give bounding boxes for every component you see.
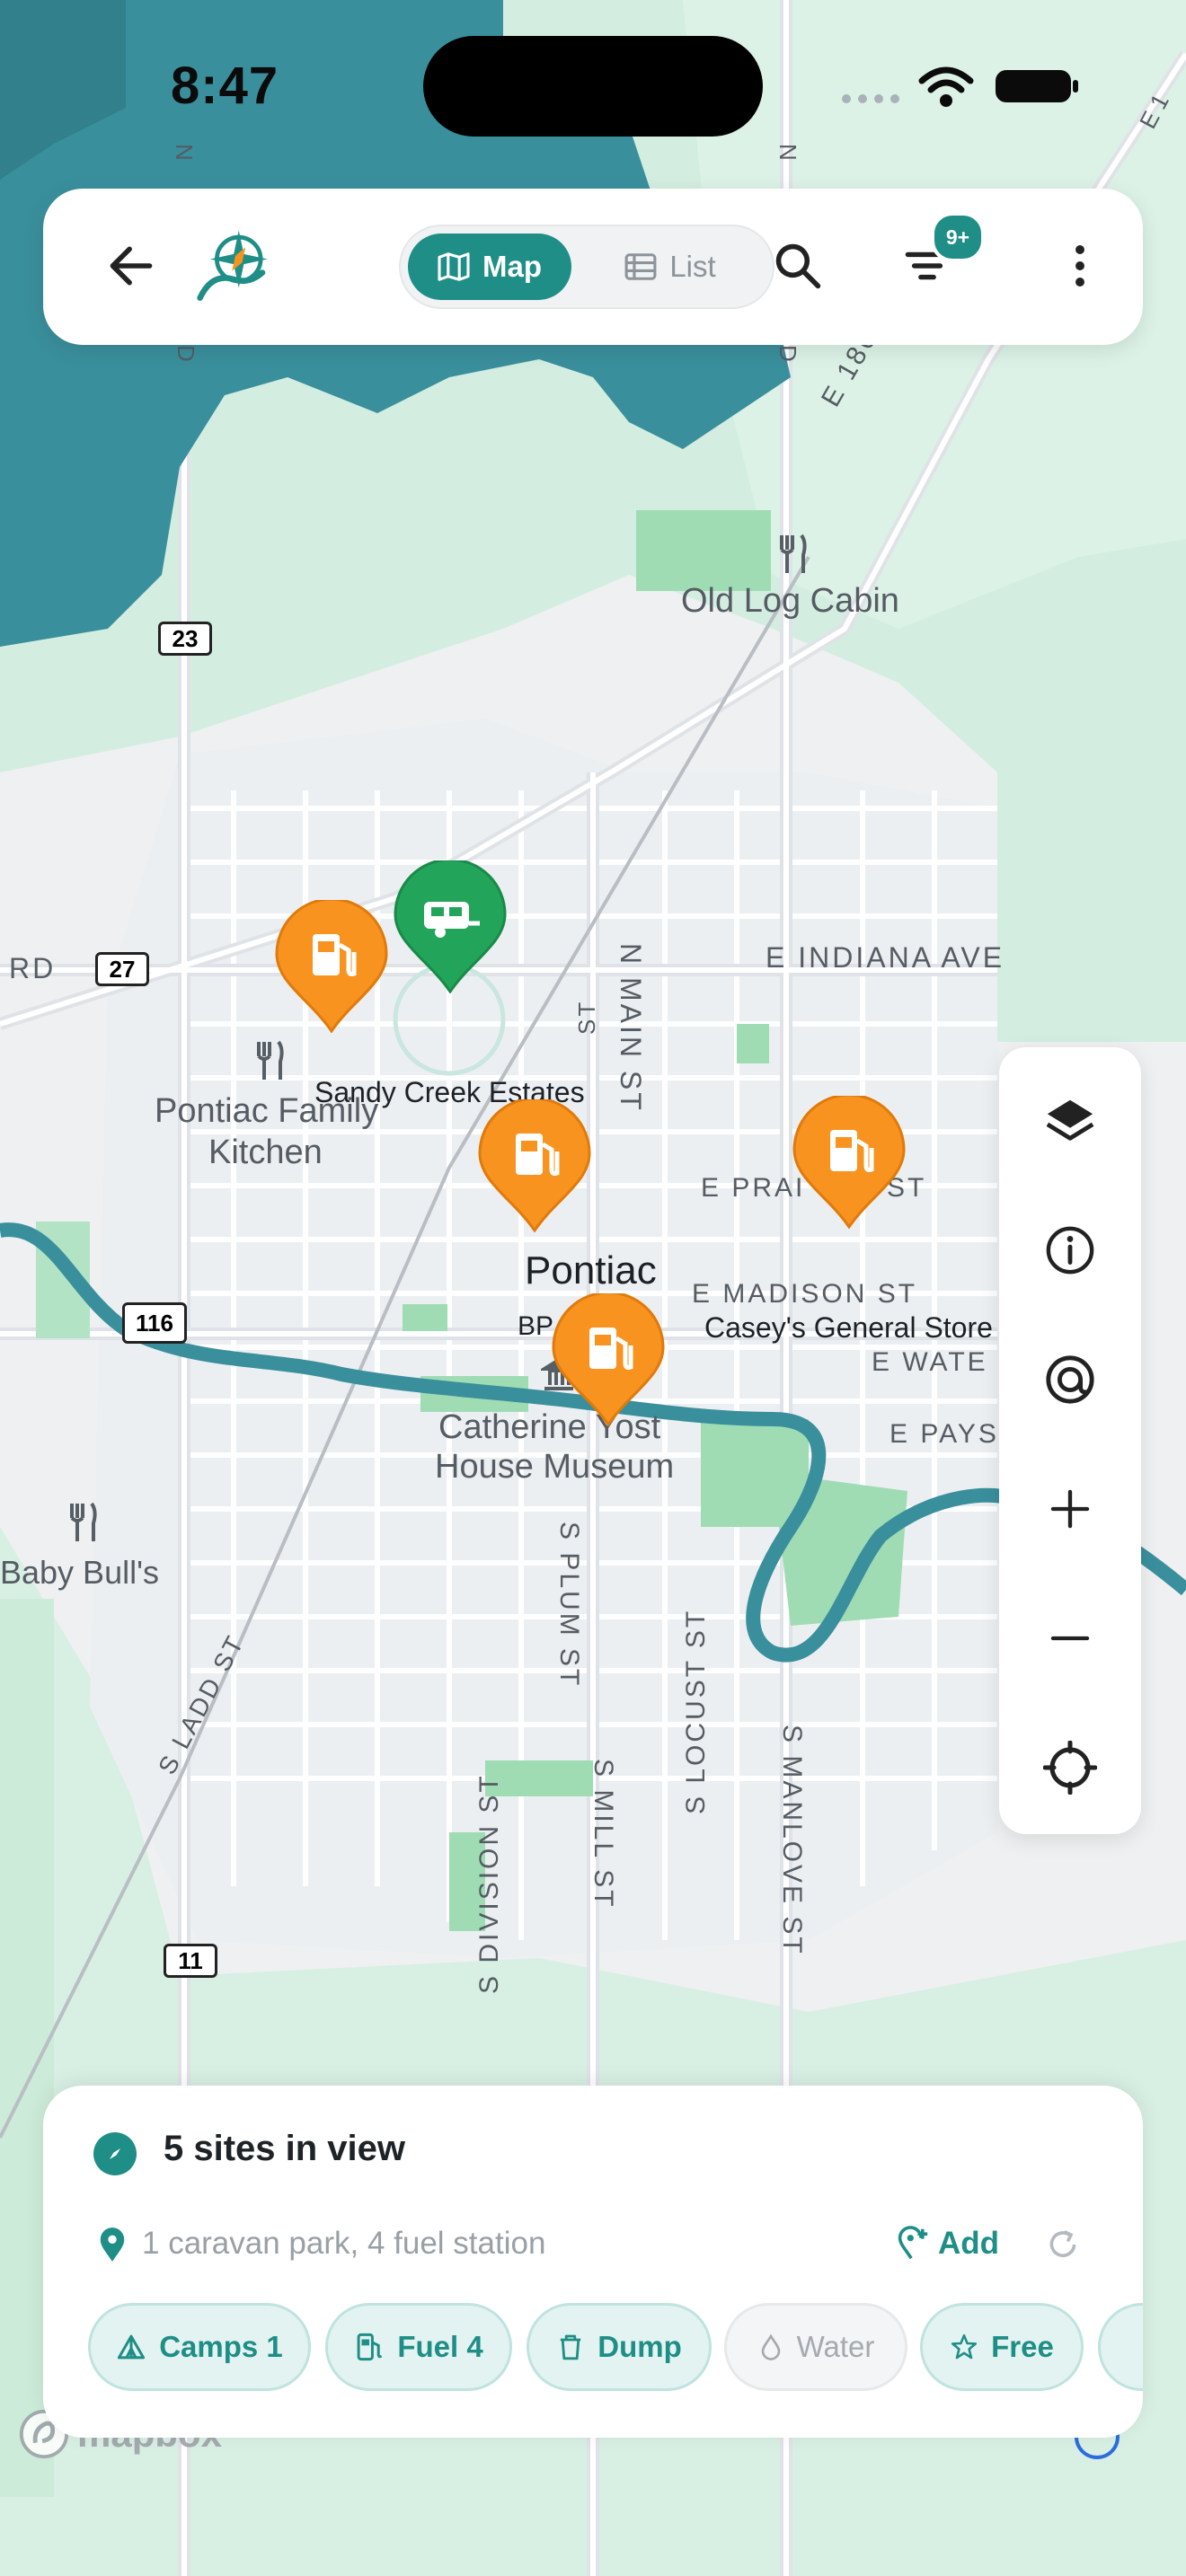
chip-label: Dump xyxy=(597,2330,682,2363)
nearby-button[interactable] xyxy=(1034,1344,1106,1416)
tent-icon xyxy=(118,2334,146,2360)
street-label: E INDIANA AVE xyxy=(766,941,1005,974)
search-button[interactable] xyxy=(764,232,832,300)
street-label: S PLUM ST xyxy=(554,1522,584,1689)
caravan-park-marker[interactable] xyxy=(394,858,507,994)
poi-label[interactable]: Kitchen xyxy=(208,1134,323,1172)
chip-free[interactable]: Free xyxy=(920,2303,1084,2391)
street-label: E WATE xyxy=(872,1347,988,1377)
refresh-icon xyxy=(1049,2229,1076,2257)
fuel-marker[interactable] xyxy=(792,1093,906,1230)
street-label: N MAIN ST xyxy=(615,943,647,1113)
chip-label: Water xyxy=(796,2330,875,2363)
add-label: Add xyxy=(938,2226,1000,2261)
chip-overflow-indicator[interactable] xyxy=(1098,2303,1143,2391)
chip-dump[interactable]: Dump xyxy=(527,2303,712,2391)
fuel-pump-icon xyxy=(357,2333,383,2361)
restaurant-icon xyxy=(66,1502,99,1543)
compass-badge-icon xyxy=(93,2132,137,2175)
route-shield-27: 27 xyxy=(95,952,149,986)
list-icon xyxy=(624,253,657,280)
back-arrow-icon xyxy=(110,246,153,286)
layers-button[interactable] xyxy=(1034,1085,1106,1157)
chip-label: Camps 1 xyxy=(159,2330,283,2363)
clock: 8:47 xyxy=(171,57,279,115)
chip-water[interactable]: Water xyxy=(724,2303,907,2391)
filter-count-badge: 9+ xyxy=(931,212,985,262)
route-shield-23: 23 xyxy=(158,622,212,656)
street-label: E PAYS xyxy=(890,1419,999,1449)
refresh-button[interactable] xyxy=(1040,2222,1085,2267)
map-tab-label: Map xyxy=(482,250,542,283)
sites-count-title: 5 sites in view xyxy=(164,2129,406,2168)
summary-sheet: 5 sites in view 1 caravan park, 4 fuel s… xyxy=(43,2086,1143,2438)
minus-icon xyxy=(1050,1636,1090,1641)
poi-label[interactable]: BP xyxy=(518,1311,553,1342)
chip-camps[interactable]: Camps 1 xyxy=(88,2303,311,2391)
dynamic-island xyxy=(423,36,763,137)
location-pin-icon xyxy=(97,2226,129,2265)
route-shield-116: 116 xyxy=(122,1302,187,1344)
water-drop-icon xyxy=(761,2333,780,2360)
signal-icon xyxy=(839,90,902,108)
info-button[interactable] xyxy=(1034,1214,1106,1286)
more-vertical-icon xyxy=(1075,245,1084,287)
fuel-marker[interactable] xyxy=(478,1097,591,1233)
add-location-icon xyxy=(898,2226,928,2260)
map-view-tab[interactable]: Map xyxy=(408,234,571,300)
restaurant-icon xyxy=(253,1040,286,1081)
locate-me-button[interactable] xyxy=(1034,1732,1106,1804)
street-label: D xyxy=(173,345,199,362)
sites-breakdown: 1 caravan park, 4 fuel station xyxy=(142,2226,546,2261)
street-label: S MILL ST xyxy=(589,1759,618,1910)
street-label: ST xyxy=(573,999,600,1035)
at-target-icon xyxy=(1046,1355,1094,1404)
street-label: RD xyxy=(9,952,57,984)
map-icon xyxy=(438,252,470,281)
app-logo xyxy=(192,223,279,309)
poi-label[interactable]: House Museum xyxy=(435,1448,674,1486)
add-site-button[interactable]: Add xyxy=(897,2220,999,2267)
fuel-marker[interactable] xyxy=(552,1291,665,1427)
chip-label: Fuel 4 xyxy=(397,2330,483,2363)
search-icon xyxy=(775,243,821,289)
crosshair-icon xyxy=(1043,1741,1097,1795)
list-tab-label: List xyxy=(669,250,716,283)
poi-label[interactable]: Old Log Cabin xyxy=(681,582,899,621)
trash-icon xyxy=(561,2334,581,2360)
route-shield-11: 11 xyxy=(164,1944,217,1978)
battery-icon xyxy=(994,66,1080,106)
star-icon xyxy=(951,2333,978,2360)
plus-icon xyxy=(1050,1489,1090,1529)
poi-label[interactable]: Casey's General Store xyxy=(704,1311,993,1345)
poi-label[interactable]: Baby Bull's xyxy=(0,1554,159,1592)
list-view-tab[interactable]: List xyxy=(580,234,760,300)
street-label: S MANLOVE ST xyxy=(777,1725,807,1956)
city-label: Pontiac xyxy=(525,1248,657,1292)
map-controls xyxy=(999,1047,1141,1834)
chip-label: Free xyxy=(991,2330,1054,2363)
restaurant-icon xyxy=(776,534,809,575)
layers-icon xyxy=(1046,1099,1094,1141)
more-options-button[interactable] xyxy=(1055,232,1105,300)
street-label: E MADISON ST xyxy=(692,1279,918,1309)
compass-route-logo-icon xyxy=(197,230,268,301)
fuel-marker[interactable] xyxy=(275,897,388,1034)
street-label: D xyxy=(774,345,801,362)
chip-fuel[interactable]: Fuel 4 xyxy=(325,2303,512,2391)
info-icon xyxy=(1046,1226,1094,1275)
view-toggle: Map List xyxy=(399,225,774,309)
zoom-out-button[interactable] xyxy=(1034,1602,1106,1674)
street-label: S LOCUST ST xyxy=(681,1608,711,1814)
street-label: S DIVISION ST xyxy=(474,1773,504,1994)
zoom-in-button[interactable] xyxy=(1034,1473,1106,1545)
back-button[interactable] xyxy=(99,234,164,298)
wifi-icon xyxy=(918,65,974,110)
top-toolbar: Map List xyxy=(43,189,1143,345)
status-bar: 8:47 xyxy=(0,0,1186,171)
